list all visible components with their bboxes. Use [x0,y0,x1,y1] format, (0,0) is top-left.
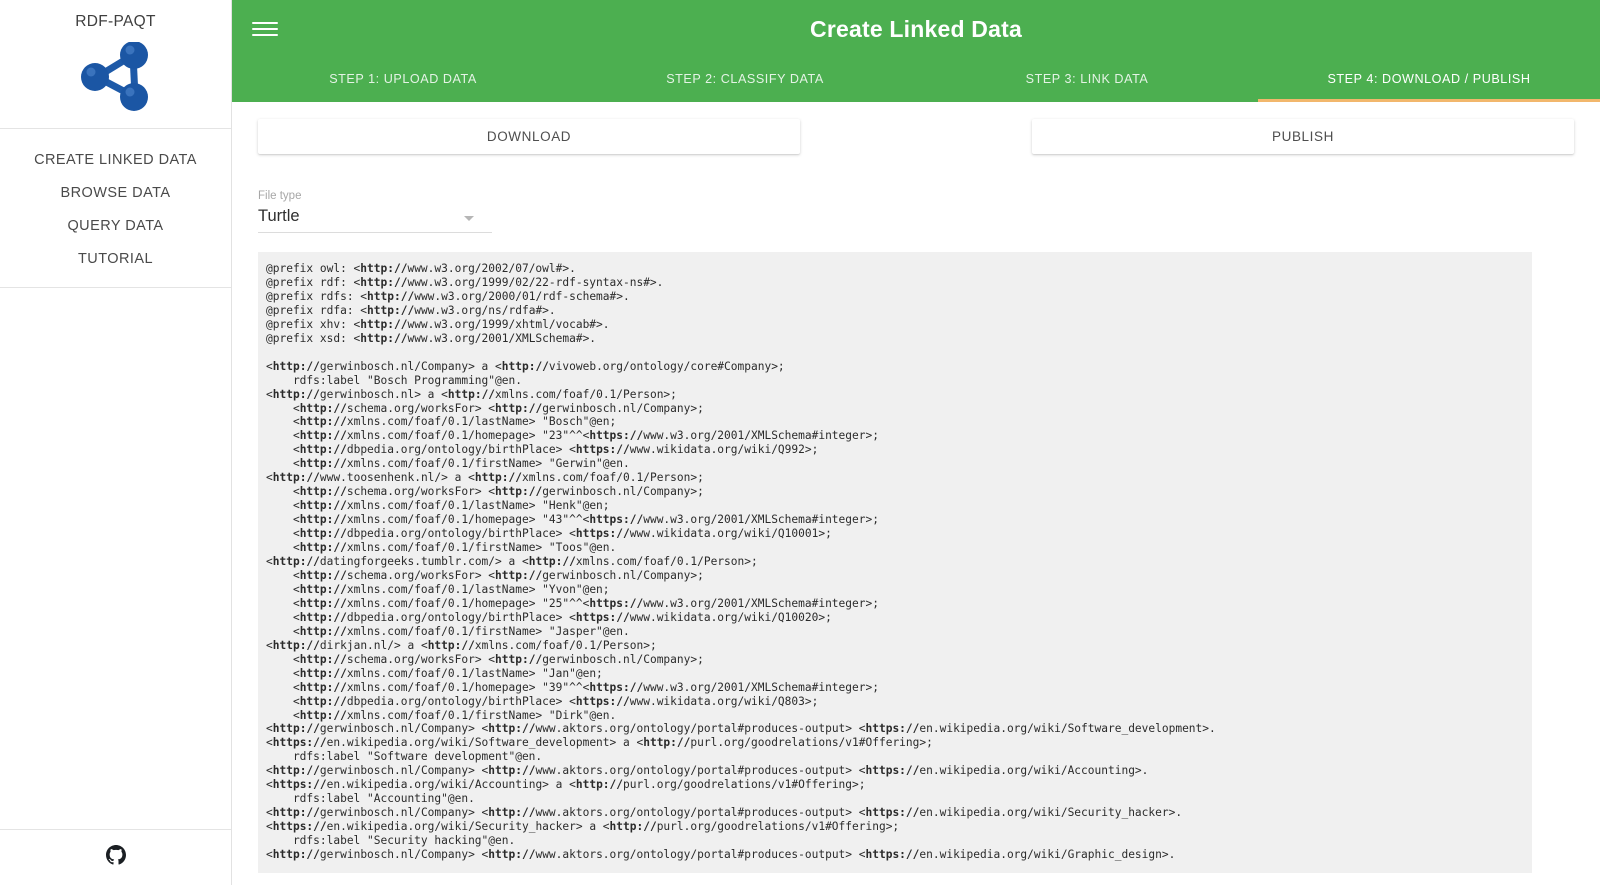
sidebar-item-label: CREATE LINKED DATA [34,151,197,168]
sidebar-item-label: TUTORIAL [77,250,154,267]
sidebar-item-tutorial[interactable]: TUTORIAL [0,242,231,275]
action-row: DOWNLOAD PUBLISH [258,102,1574,154]
hamburger-bar [252,22,278,24]
hamburger-menu-icon[interactable] [252,19,278,39]
app-root: RDF-PAQT CREATE LINKED DATA BROWSE DATA … [0,0,1600,885]
sidebar-item-create-linked-data[interactable]: CREATE LINKED DATA [0,143,231,176]
sidebar-item-query-data[interactable]: QUERY DATA [0,209,231,242]
file-type-field: File type Turtle [258,190,492,233]
download-button[interactable]: DOWNLOAD [258,119,800,154]
sidebar-item-label: BROWSE DATA [60,184,171,201]
tab-label: STEP 4: DOWNLOAD / PUBLISH [1327,71,1531,86]
sidebar: RDF-PAQT CREATE LINKED DATA BROWSE DATA … [0,0,232,885]
step-content: DOWNLOAD PUBLISH File type Turtle @prefi… [232,102,1600,885]
tab-label: STEP 2: CLASSIFY DATA [666,71,824,86]
step-tabbar: STEP 1: UPLOAD DATA STEP 2: CLASSIFY DAT… [232,58,1600,102]
brand-title: RDF-PAQT [75,13,156,30]
molecule-graph-icon [0,40,231,114]
chevron-down-icon [464,216,474,221]
page-title: Create Linked Data [810,15,1022,42]
tab-step-2-classify-data[interactable]: STEP 2: CLASSIFY DATA [574,58,916,102]
tab-label: STEP 1: UPLOAD DATA [329,71,477,86]
hamburger-bar [252,34,278,36]
rdf-output-panel[interactable]: @prefix owl: <http://www.w3.org/2002/07/… [258,252,1532,873]
sidebar-nav: CREATE LINKED DATA BROWSE DATA QUERY DAT… [0,129,231,288]
file-type-select[interactable]: Turtle [258,207,492,233]
file-type-label: File type [258,190,302,202]
brand-block: RDF-PAQT [0,0,231,129]
github-icon[interactable] [105,845,126,870]
file-type-value: Turtle [258,207,300,225]
rdf-output-text: @prefix owl: <http://www.w3.org/2002/07/… [266,262,1216,862]
sidebar-item-label: QUERY DATA [67,217,164,234]
tab-step-1-upload-data[interactable]: STEP 1: UPLOAD DATA [232,58,574,102]
publish-button[interactable]: PUBLISH [1032,119,1574,154]
sidebar-item-browse-data[interactable]: BROWSE DATA [0,176,231,209]
app-header: Create Linked Data [232,0,1600,58]
tab-step-4-download-publish[interactable]: STEP 4: DOWNLOAD / PUBLISH [1258,58,1600,102]
tab-step-3-link-data[interactable]: STEP 3: LINK DATA [916,58,1258,102]
main-panel: Create Linked Data STEP 1: UPLOAD DATA S… [232,0,1600,885]
sidebar-footer [0,829,231,885]
hamburger-bar [252,28,278,30]
tab-label: STEP 3: LINK DATA [1025,71,1149,86]
